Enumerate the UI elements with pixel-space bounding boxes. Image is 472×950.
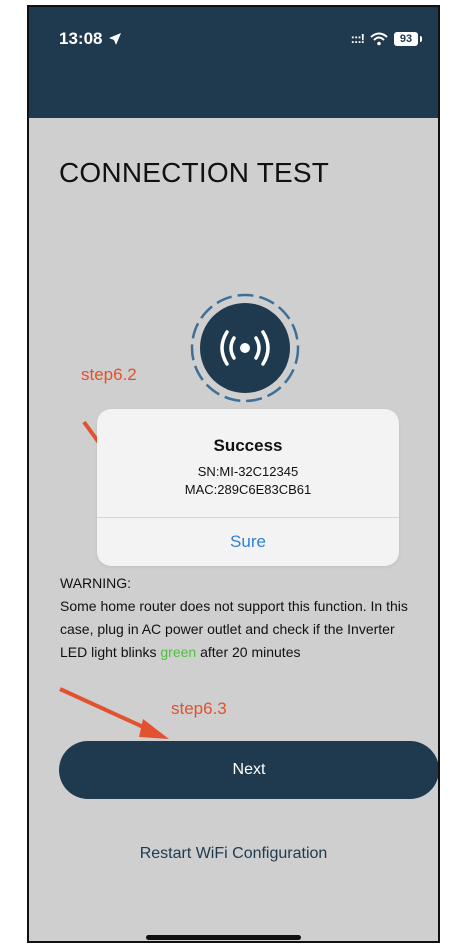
status-bar: 13:08 :::! 93: [29, 29, 438, 59]
warning-green-word: green: [160, 644, 197, 660]
cellular-signal-icon: :::!: [350, 31, 365, 46]
home-indicator[interactable]: [146, 935, 301, 940]
dialog-title: Success: [213, 436, 283, 455]
wifi-broadcast-icon: [190, 293, 300, 403]
dialog-mac-address: MAC:289C6E83CB61: [184, 482, 312, 497]
warning-text: WARNING: Some home router does not suppo…: [60, 572, 420, 664]
next-button[interactable]: Next: [59, 741, 438, 799]
success-dialog: Success SN:MI-32C12345 MAC:289C6E83CB61 …: [97, 409, 399, 566]
annotation-step-6-3: step6.3: [171, 699, 227, 718]
warning-heading: WARNING:: [60, 575, 132, 591]
battery-icon: 93: [394, 31, 422, 46]
phone-screen: 13:08 :::! 93 CONNECTION TEST step6.2 Su…: [27, 5, 440, 943]
warning-body-end: after 20 minutes: [196, 644, 301, 660]
annotation-step-6-2: step6.2: [81, 365, 137, 384]
location-arrow-icon: [109, 33, 122, 45]
wifi-icon: [370, 32, 388, 45]
page-title: CONNECTION TEST: [59, 157, 330, 188]
annotation-arrow-icon: [59, 687, 169, 739]
status-icons: :::! 93: [350, 31, 422, 46]
restart-wifi-configuration-link[interactable]: Restart WiFi Configuration: [29, 845, 438, 863]
dialog-serial-number: SN:MI-32C12345: [197, 464, 299, 479]
status-time: 13:08: [59, 29, 103, 48]
app-header: 13:08 :::! 93: [29, 7, 438, 118]
status-time-group: 13:08: [59, 29, 122, 49]
sure-button[interactable]: Sure: [97, 517, 399, 566]
